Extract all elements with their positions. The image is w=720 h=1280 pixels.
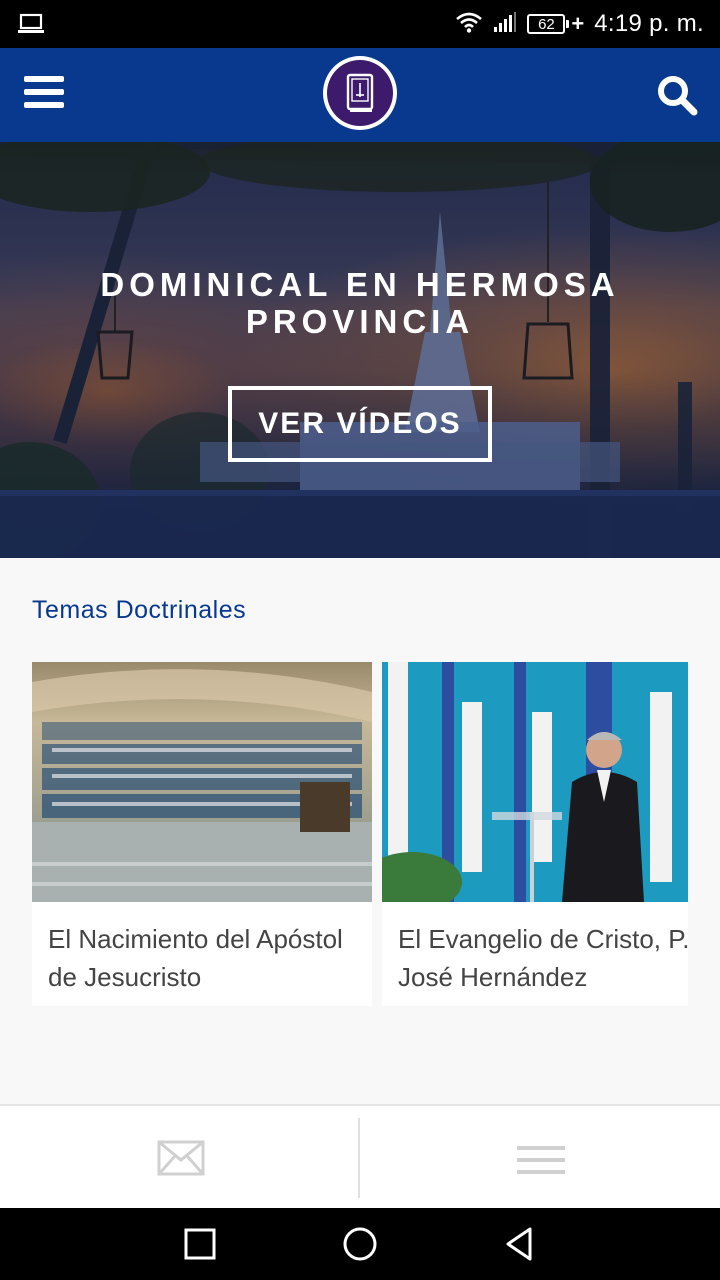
hamburger-menu-icon[interactable] (24, 76, 64, 112)
app-screen: 62 + 4:19 p. m. DOMINICAL EN HERMOSA PRO… (0, 0, 720, 1280)
card-title: El Nacimiento del Apóstol de Jesucristo (32, 902, 372, 996)
app-bar (0, 48, 720, 142)
hero-title: DOMINICAL EN HERMOSA PROVINCIA (0, 266, 720, 340)
system-nav-bar (0, 1208, 720, 1280)
speaker-photo (382, 662, 688, 902)
laptop-icon (18, 13, 44, 40)
card-title-line1: El Nacimiento del Apóstol (48, 924, 343, 954)
card-title: El Evangelio de Cristo, P.B José Hernánd… (382, 902, 688, 996)
hero-title-line2: PROVINCIA (245, 303, 475, 340)
bottom-action-bar (0, 1104, 720, 1208)
card-title-line2: José Hernández (398, 962, 588, 992)
card-title-line2: de Jesucristo (48, 962, 202, 992)
choir-photo (32, 662, 372, 902)
battery-level: 62 (527, 14, 566, 34)
battery-indicator: 62 + (527, 11, 584, 37)
charging-icon: + (571, 11, 585, 36)
recent-apps-icon[interactable] (180, 1224, 220, 1264)
status-indicators: 62 + 4:19 p. m. (455, 0, 704, 48)
mail-icon[interactable] (157, 1140, 205, 1176)
search-icon[interactable] (656, 74, 698, 116)
logo-emblem (327, 60, 393, 126)
section-title[interactable]: Temas Doctrinales (32, 596, 246, 625)
home-icon[interactable] (340, 1224, 380, 1264)
battery-tip (566, 20, 570, 28)
book-logo[interactable] (323, 56, 397, 130)
card-title-line1: El Evangelio de Cristo, P.B (398, 924, 688, 954)
signal-icon (493, 11, 517, 38)
hero-background-image (0, 142, 720, 558)
doctrine-card[interactable]: El Nacimiento del Apóstol de Jesucristo (32, 662, 372, 1006)
hero-title-line1: DOMINICAL EN HERMOSA (100, 266, 620, 303)
list-icon[interactable] (517, 1144, 565, 1176)
back-icon[interactable] (500, 1224, 540, 1264)
wifi-icon (455, 11, 483, 38)
hero-banner: DOMINICAL EN HERMOSA PROVINCIA VER VÍDEO… (0, 142, 720, 558)
watch-videos-button[interactable]: VER VÍDEOS (228, 386, 492, 462)
bottom-divider (358, 1118, 360, 1198)
doctrine-card[interactable]: El Evangelio de Cristo, P.B José Hernánd… (382, 662, 688, 1006)
status-time: 4:19 p. m. (594, 10, 704, 37)
status-bar: 62 + 4:19 p. m. (0, 0, 720, 48)
